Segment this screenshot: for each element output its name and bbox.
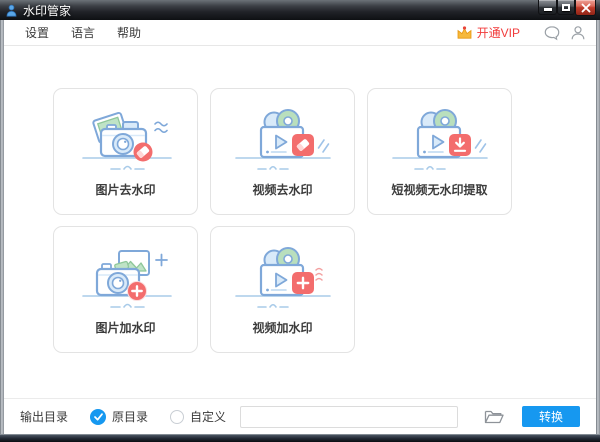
output-dir-label: 输出目录 — [20, 408, 68, 425]
camera-add-watermark-icon — [71, 239, 181, 319]
close-icon — [581, 3, 591, 13]
user-icon[interactable] — [570, 25, 586, 41]
app-window: 水印管家 设置 语言 帮助 开通VIP — [0, 0, 600, 442]
open-vip-button[interactable]: 开通VIP — [456, 24, 520, 41]
card-label: 视频去水印 — [211, 181, 354, 198]
card-image-add-watermark[interactable]: 图片加水印 — [53, 226, 198, 353]
card-video-add-watermark[interactable]: 视频加水印 — [210, 226, 355, 353]
app-logo-icon — [5, 4, 18, 17]
card-image-remove-watermark[interactable]: 图片去水印 — [53, 88, 198, 215]
menu-language[interactable]: 语言 — [60, 24, 106, 41]
close-button[interactable] — [575, 0, 596, 16]
radio-custom-dir[interactable]: 自定义 — [170, 408, 226, 425]
card-label: 视频加水印 — [211, 319, 354, 336]
output-path-input[interactable] — [240, 406, 458, 428]
video-remove-watermark-icon — [228, 101, 338, 181]
card-label: 图片加水印 — [54, 319, 197, 336]
menu-settings[interactable]: 设置 — [14, 24, 60, 41]
card-label: 短视频无水印提取 — [368, 181, 511, 198]
chat-bubble-icon[interactable] — [544, 25, 560, 41]
open-vip-label: 开通VIP — [477, 24, 520, 41]
titlebar: 水印管家 — [0, 0, 600, 20]
radio-original-dir-label: 原目录 — [112, 408, 148, 425]
window-title: 水印管家 — [23, 2, 71, 19]
crown-icon — [456, 26, 473, 40]
radio-unchecked-icon — [170, 410, 184, 424]
output-bar: 输出目录 原目录 自定义 转换 — [4, 398, 596, 434]
video-extract-no-watermark-icon — [385, 101, 495, 181]
card-short-video-extract[interactable]: 短视频无水印提取 — [367, 88, 512, 215]
minimize-button[interactable] — [538, 0, 557, 15]
card-video-remove-watermark[interactable]: 视频去水印 — [210, 88, 355, 215]
convert-button[interactable]: 转换 — [522, 406, 580, 427]
video-add-watermark-icon — [228, 239, 338, 319]
radio-custom-dir-label: 自定义 — [190, 408, 226, 425]
folder-open-icon[interactable] — [484, 408, 504, 425]
maximize-icon — [562, 4, 570, 11]
card-label: 图片去水印 — [54, 181, 197, 198]
radio-checked-icon — [90, 409, 106, 425]
maximize-button[interactable] — [557, 0, 575, 15]
window-frame-bottom — [0, 434, 600, 442]
camera-remove-watermark-icon — [71, 101, 181, 181]
menubar: 设置 语言 帮助 开通VIP — [4, 20, 596, 46]
radio-original-dir[interactable]: 原目录 — [90, 408, 148, 425]
window-frame-right — [596, 20, 600, 434]
minimize-icon — [544, 8, 552, 11]
menu-help[interactable]: 帮助 — [106, 24, 152, 41]
content-area: 设置 语言 帮助 开通VIP — [4, 20, 596, 434]
